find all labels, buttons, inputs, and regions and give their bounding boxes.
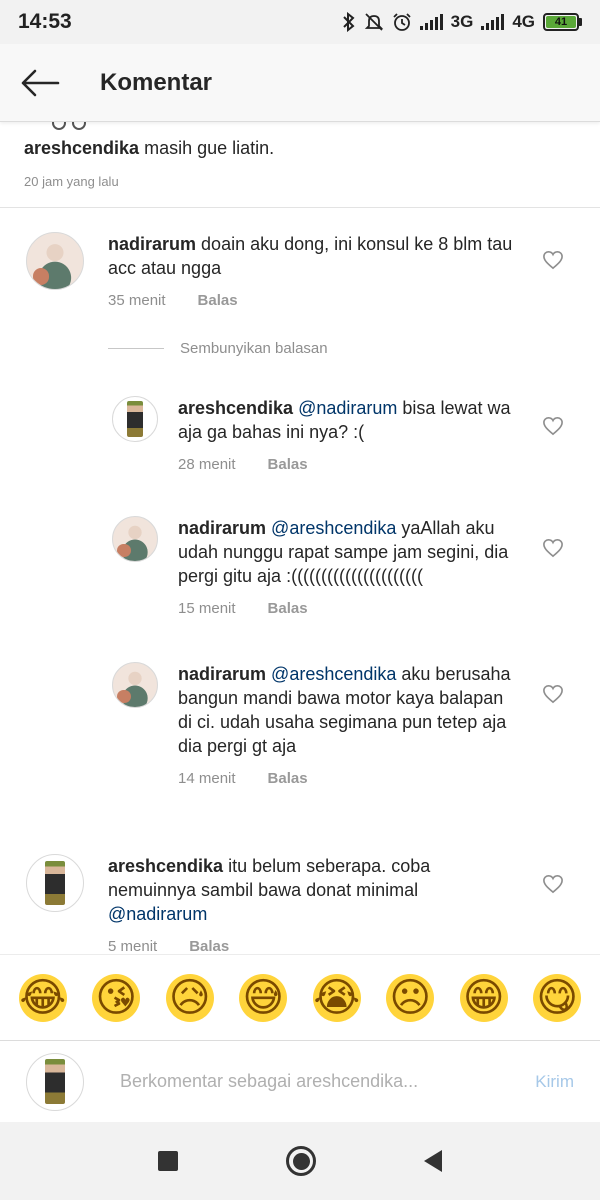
- battery-level: 41: [546, 16, 576, 28]
- comments-list[interactable]: areshcendika masih gue liatin. 20 jam ya…: [0, 122, 600, 954]
- heart-icon[interactable]: [542, 874, 564, 894]
- comment-composer: Kirim: [0, 1040, 600, 1122]
- heart-icon[interactable]: [542, 684, 564, 704]
- reply-button[interactable]: Balas: [198, 292, 238, 309]
- divider: [108, 348, 164, 349]
- comment-username[interactable]: areshcendika: [108, 856, 223, 876]
- comment-time: 14 menit: [178, 770, 236, 787]
- top-comment: areshcendika masih gue liatin. 20 jam ya…: [24, 136, 584, 189]
- alarm-icon: [392, 12, 412, 32]
- mention-link[interactable]: @nadirarum: [298, 398, 397, 418]
- partial-avatars: [52, 122, 86, 130]
- comment-input[interactable]: [120, 1071, 480, 1092]
- status-time: 14:53: [18, 10, 72, 33]
- emoji-grin[interactable]: 😁: [459, 973, 508, 1022]
- comment-meta: 14 menit Balas: [178, 770, 518, 787]
- comment-username[interactable]: areshcendika: [24, 138, 139, 158]
- comment-item: areshcendika itu belum seberapa. coba ne…: [26, 854, 526, 954]
- signal-icon: [419, 14, 443, 30]
- system-nav-bar: [0, 1122, 600, 1200]
- emoji-tears-of-joy[interactable]: 😂: [18, 973, 67, 1022]
- comment-text: areshcendika @nadirarum bisa lewat wa aj…: [178, 396, 518, 444]
- emoji-grin-sweat[interactable]: 😅: [239, 973, 288, 1022]
- comment-time: 35 menit: [108, 292, 166, 309]
- heart-icon[interactable]: [542, 416, 564, 436]
- avatar[interactable]: [26, 232, 84, 290]
- comment-time: 28 menit: [178, 456, 236, 473]
- avatar[interactable]: [26, 854, 84, 912]
- comment-body-block: areshcendika itu belum seberapa. coba ne…: [108, 854, 508, 954]
- reply-button[interactable]: Balas: [189, 938, 229, 954]
- mention-link[interactable]: @nadirarum: [108, 904, 207, 924]
- reply-button[interactable]: Balas: [268, 770, 308, 787]
- mute-icon: [364, 12, 384, 32]
- back-triangle-icon[interactable]: [424, 1150, 442, 1172]
- back-button[interactable]: [18, 61, 62, 105]
- comment-time: 5 menit: [108, 938, 158, 954]
- comment-meta: 15 menit Balas: [178, 600, 523, 617]
- battery-icon: 41: [543, 13, 582, 31]
- page-title: Komentar: [100, 68, 213, 96]
- send-button[interactable]: Kirim: [535, 1072, 574, 1092]
- reply-item: areshcendika @nadirarum bisa lewat wa aj…: [112, 396, 532, 473]
- comment-body: masih gue liatin.: [144, 138, 275, 158]
- comment-meta: 5 menit Balas: [108, 938, 508, 954]
- comment-text: nadirarum @areshcendika aku berusaha ban…: [178, 662, 518, 758]
- comment-text: areshcendika masih gue liatin.: [24, 136, 584, 160]
- signal-icon: [481, 14, 505, 30]
- reply-button[interactable]: Balas: [268, 456, 308, 473]
- hide-replies-button[interactable]: Sembunyikan balasan: [108, 340, 328, 357]
- comment-time: 15 menit: [178, 600, 236, 617]
- comment-meta: 35 menit Balas: [108, 292, 526, 309]
- comment-username[interactable]: nadirarum: [108, 234, 196, 254]
- comment-username[interactable]: nadirarum: [178, 664, 266, 684]
- avatar[interactable]: [112, 396, 158, 442]
- emoji-kiss[interactable]: 😘: [92, 973, 141, 1022]
- comment-time: 20 jam yang lalu: [24, 174, 119, 189]
- bluetooth-icon: [342, 12, 356, 32]
- emoji-yum[interactable]: 😋: [533, 973, 582, 1022]
- emoji-frown[interactable]: ☹: [386, 973, 435, 1022]
- home-icon[interactable]: [286, 1146, 316, 1176]
- emoji-crying[interactable]: 😭: [312, 973, 361, 1022]
- avatar: [26, 1052, 84, 1111]
- mention-link[interactable]: @areshcendika: [271, 664, 396, 684]
- network-3g: 3G: [450, 12, 474, 31]
- comment-item: nadirarum doain aku dong, ini konsul ke …: [26, 232, 526, 309]
- app-header: Komentar: [0, 44, 600, 122]
- hide-replies-label: Sembunyikan balasan: [180, 340, 328, 357]
- status-bar: 14:53 3G 4G 41: [0, 0, 600, 44]
- status-icons: 3G 4G 41: [342, 12, 582, 32]
- comment-body-block: areshcendika @nadirarum bisa lewat wa aj…: [178, 396, 518, 473]
- avatar[interactable]: [112, 662, 158, 708]
- heart-icon[interactable]: [542, 538, 564, 558]
- reply-item: nadirarum @areshcendika aku berusaha ban…: [112, 662, 532, 787]
- arrow-left-icon: [21, 69, 60, 96]
- comment-meta: 28 menit Balas: [178, 456, 518, 473]
- reply-button[interactable]: Balas: [268, 600, 308, 617]
- comment-username[interactable]: areshcendika: [178, 398, 293, 418]
- recents-icon[interactable]: [158, 1151, 178, 1171]
- mention-link[interactable]: @areshcendika: [271, 518, 396, 538]
- comment-body-block: nadirarum doain aku dong, ini konsul ke …: [108, 232, 526, 309]
- emoji-bar: 😂 😘 😥 😅 😭 ☹ 😁 😋: [0, 954, 600, 1040]
- comment-text: areshcendika itu belum seberapa. coba ne…: [108, 854, 508, 926]
- comment-username[interactable]: nadirarum: [178, 518, 266, 538]
- network-4g: 4G: [512, 12, 535, 31]
- heart-icon[interactable]: [542, 250, 564, 270]
- avatar[interactable]: [112, 516, 158, 562]
- comment-body-block: nadirarum @areshcendika yaAllah aku udah…: [178, 516, 523, 617]
- divider: [0, 207, 600, 208]
- emoji-sad-sweat[interactable]: 😥: [165, 973, 214, 1022]
- comment-body-block: nadirarum @areshcendika aku berusaha ban…: [178, 662, 518, 787]
- comment-text: nadirarum @areshcendika yaAllah aku udah…: [178, 516, 523, 588]
- reply-item: nadirarum @areshcendika yaAllah aku udah…: [112, 516, 532, 617]
- comment-text: nadirarum doain aku dong, ini konsul ke …: [108, 232, 526, 280]
